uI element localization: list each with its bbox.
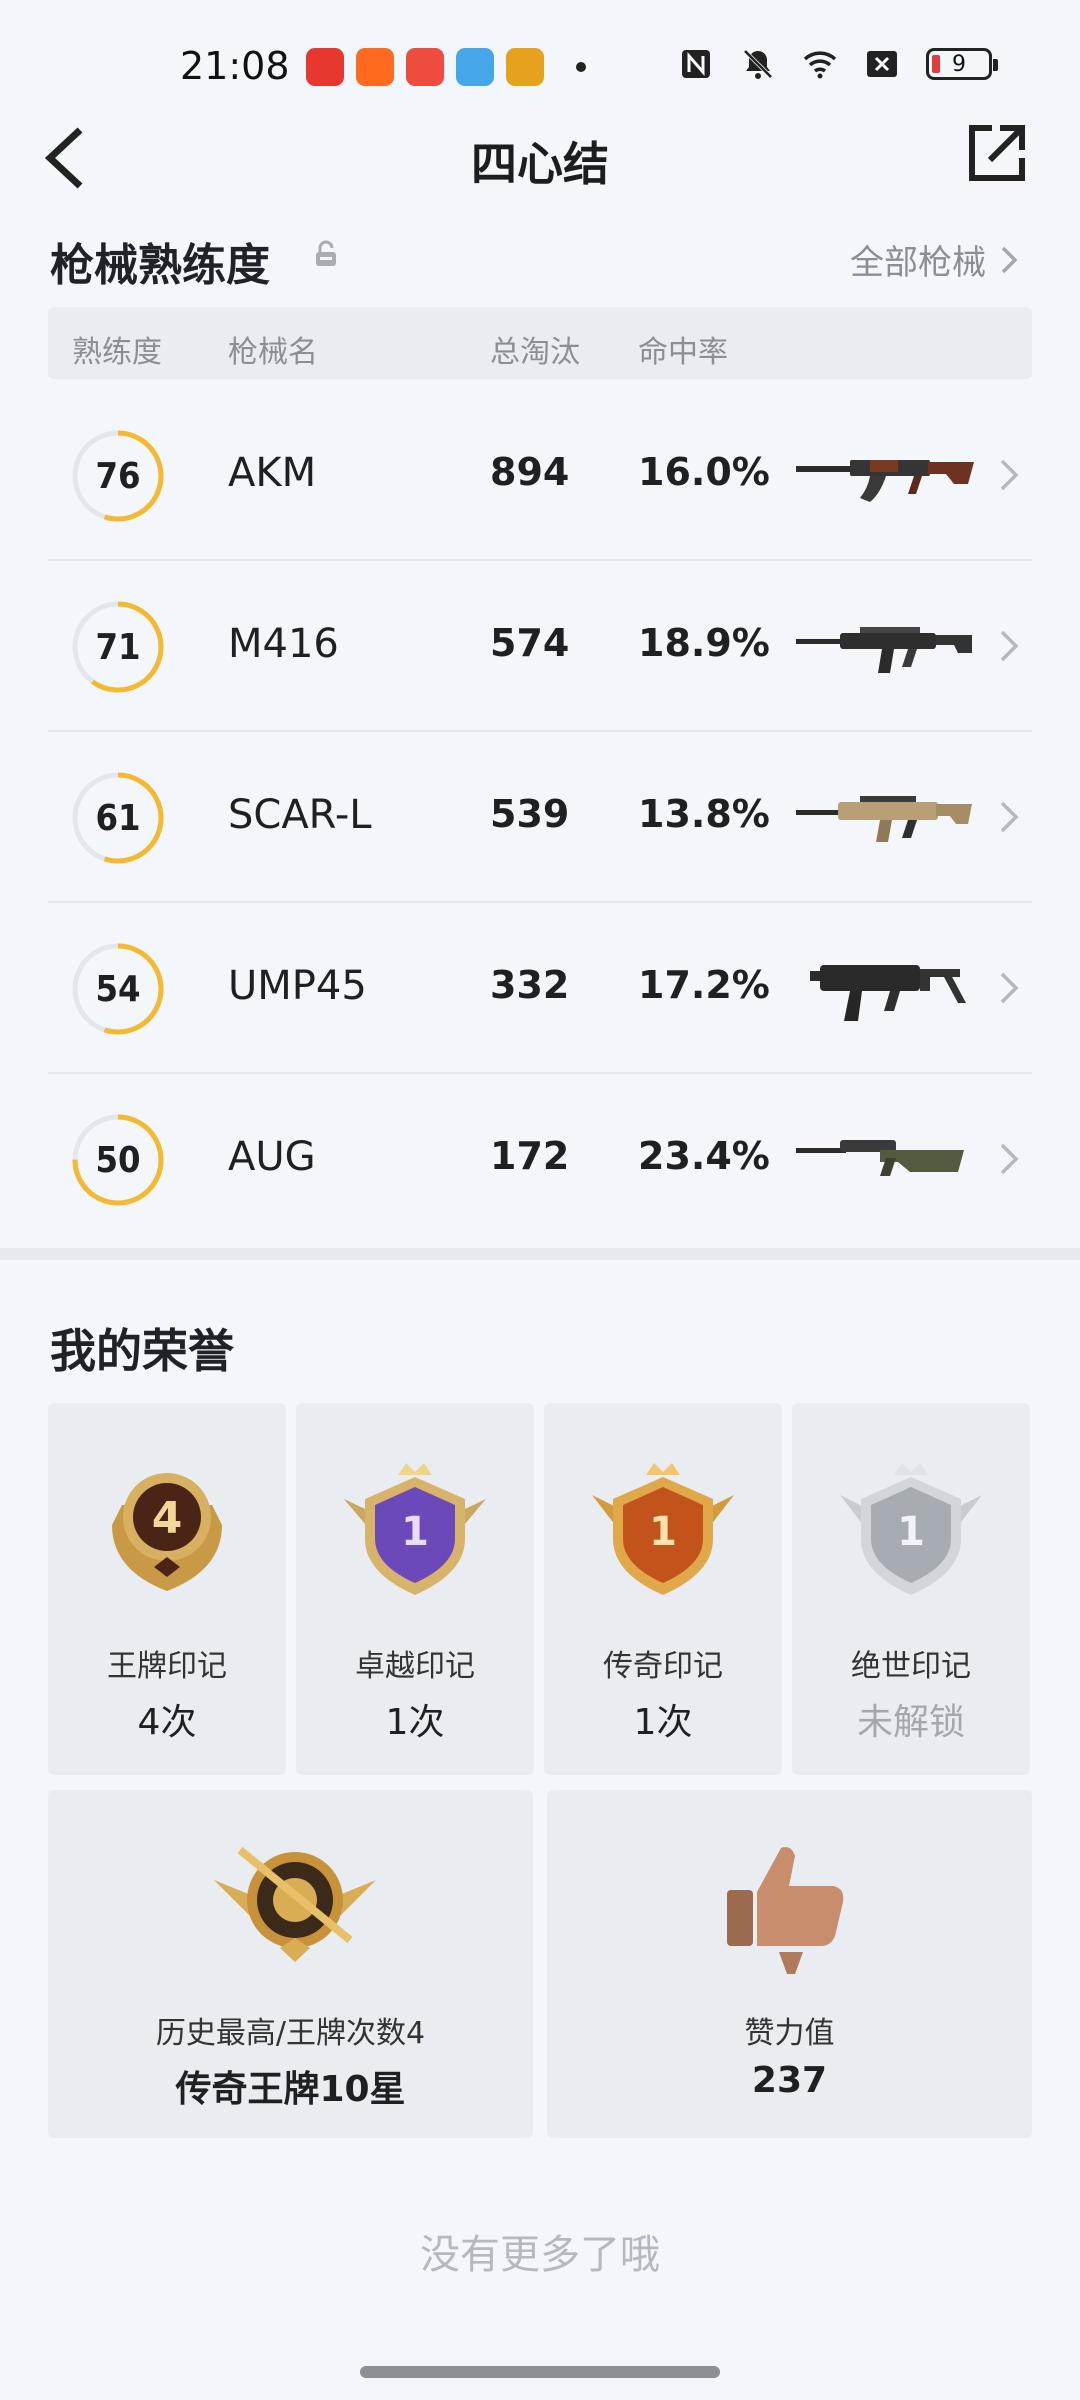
chevron-right-icon [1000, 459, 1019, 491]
weapon-section-header: 枪械熟练度 全部枪械 [50, 225, 1030, 291]
column-weapon-name: 枪械名 [228, 335, 318, 370]
chevron-right-icon [1000, 630, 1019, 662]
peerless-badge-number: 1 [897, 1509, 925, 1555]
weapon-hit-rate: 13.8% [638, 792, 770, 836]
section-title: 枪械熟练度 [50, 240, 270, 291]
app-header: 四心结 [0, 110, 1080, 206]
legend-badge-number: 1 [649, 1509, 677, 1555]
weapon-kills: 539 [490, 792, 570, 836]
chevron-right-icon [1000, 972, 1019, 1004]
battery-level: 9 [952, 51, 966, 77]
app-notification-icon [406, 48, 444, 86]
weapon-row[interactable]: 71 M416 574 18.9% [48, 561, 1032, 732]
weapon-hit-rate: 18.9% [638, 621, 770, 665]
end-of-list-text: 没有更多了哦 [420, 2232, 660, 2278]
honor-card-peerless[interactable]: 1 绝世印记 未解锁 [792, 1403, 1030, 1775]
all-weapons-label: 全部枪械 [850, 243, 986, 283]
weapon-table-header: 熟练度 枪械名 总淘汰 命中率 [48, 307, 1032, 379]
honor-card-legend[interactable]: 1 传奇印记 1次 [544, 1403, 782, 1775]
column-total-kills: 总淘汰 [490, 335, 580, 370]
ace-badge-icon: 4 [112, 1473, 222, 1591]
page-title: 四心结 [471, 137, 609, 191]
excellence-badge-icon: 1 [344, 1463, 486, 1595]
ump45-smg-icon [810, 965, 966, 1021]
chevron-right-icon [1001, 246, 1018, 273]
weapon-kills: 332 [490, 963, 570, 1007]
honor-count: 未解锁 [856, 1702, 965, 1743]
weapon-hit-rate: 17.2% [638, 963, 770, 1007]
weapon-name: UMP45 [228, 963, 367, 1009]
more-notifications-dot [576, 62, 586, 72]
honor-count: 1次 [633, 1702, 693, 1743]
weapon-row[interactable]: 76 AKM 894 16.0% [48, 390, 1032, 561]
honor-label: 卓越印记 [355, 1649, 475, 1684]
weapon-row[interactable]: 50 AUG 172 23.4% [48, 1074, 1032, 1245]
chevron-right-icon [1000, 801, 1019, 833]
highest-rank-value: 传奇王牌10星 [175, 2069, 406, 2110]
peerless-badge-icon: 1 [840, 1463, 982, 1595]
weapon-list: 76 AKM 894 16.0% 71 M416 574 18.9% 61 SC… [48, 390, 1032, 1245]
app-notification-icon [456, 48, 494, 86]
weapon-name: AUG [228, 1134, 316, 1180]
proficiency-value: 76 [95, 455, 141, 497]
weapon-hit-rate: 23.4% [638, 1134, 770, 1178]
honor-count: 4次 [137, 1702, 197, 1743]
lock-icon[interactable] [312, 239, 340, 269]
weapon-name: AKM [228, 450, 317, 496]
proficiency-value: 71 [95, 626, 141, 668]
weapon-name: SCAR-L [228, 792, 372, 838]
honor-label: 王牌印记 [107, 1649, 227, 1684]
likes-label: 赞力值 [744, 2016, 835, 2051]
nfc-icon [682, 50, 710, 78]
proficiency-value: 61 [95, 797, 141, 839]
section-divider [0, 1248, 1080, 1260]
status-icons: 9 [678, 46, 998, 82]
ace-rank-badge-icon [214, 1846, 376, 1962]
column-proficiency: 熟练度 [72, 335, 162, 370]
honor-badge-grid: 4 王牌印记 4次 1 卓越印记 1次 1 传奇印记 1次 1 绝世印记 未解锁 [48, 1403, 1032, 1775]
weapon-row[interactable]: 54 UMP45 332 17.2% [48, 903, 1032, 1074]
all-weapons-link[interactable]: 全部枪械 [850, 235, 1018, 284]
likes-value: 237 [751, 2060, 828, 2101]
thumbs-up-icon [727, 1847, 844, 1974]
proficiency-value: 54 [95, 968, 141, 1010]
weapon-hit-rate: 16.0% [638, 450, 770, 494]
weapon-row[interactable]: 61 SCAR-L 539 13.8% [48, 732, 1032, 903]
likes-card[interactable]: 赞力值 237 [547, 1790, 1032, 2138]
weapon-kills: 894 [490, 450, 570, 494]
scar-l-rifle-icon [796, 796, 972, 842]
honor-card-excellence[interactable]: 1 卓越印记 1次 [296, 1403, 534, 1775]
aug-rifle-icon [796, 1140, 964, 1176]
honors-title: 我的荣誉 [50, 1324, 234, 1378]
battery-icon: 9 [926, 48, 998, 80]
honor-summary-grid: 历史最高/王牌次数4 传奇王牌10星 赞力值 237 [48, 1790, 1032, 2138]
app-notification-icon [356, 48, 394, 86]
honor-count: 1次 [385, 1702, 445, 1743]
weapon-name: M416 [228, 621, 339, 667]
status-time: 21:08 [180, 44, 290, 88]
mute-icon [743, 49, 773, 79]
highest-rank-label: 历史最高/王牌次数4 [155, 2016, 426, 2051]
wifi-icon [803, 51, 837, 79]
honor-card-ace[interactable]: 4 王牌印记 4次 [48, 1403, 286, 1775]
excellence-badge-number: 1 [401, 1509, 429, 1555]
akm-rifle-icon [796, 460, 974, 502]
app-notification-icon [506, 48, 544, 86]
no-sim-icon [867, 51, 897, 77]
home-indicator[interactable] [360, 2366, 720, 2378]
m416-rifle-icon [796, 627, 972, 673]
legend-badge-icon: 1 [592, 1463, 734, 1595]
proficiency-value: 50 [95, 1139, 141, 1181]
honor-label: 传奇印记 [603, 1649, 723, 1684]
column-hit-rate: 命中率 [638, 335, 728, 370]
weapon-kills: 172 [490, 1134, 570, 1178]
weapon-kills: 574 [490, 621, 570, 665]
notification-icons [306, 48, 586, 86]
ace-badge-number: 4 [152, 1493, 183, 1544]
share-icon[interactable] [964, 120, 1030, 186]
app-notification-icon [306, 48, 344, 86]
honor-label: 绝世印记 [851, 1649, 971, 1684]
highest-rank-card[interactable]: 历史最高/王牌次数4 传奇王牌10星 [48, 1790, 533, 2138]
chevron-right-icon [1000, 1143, 1019, 1175]
